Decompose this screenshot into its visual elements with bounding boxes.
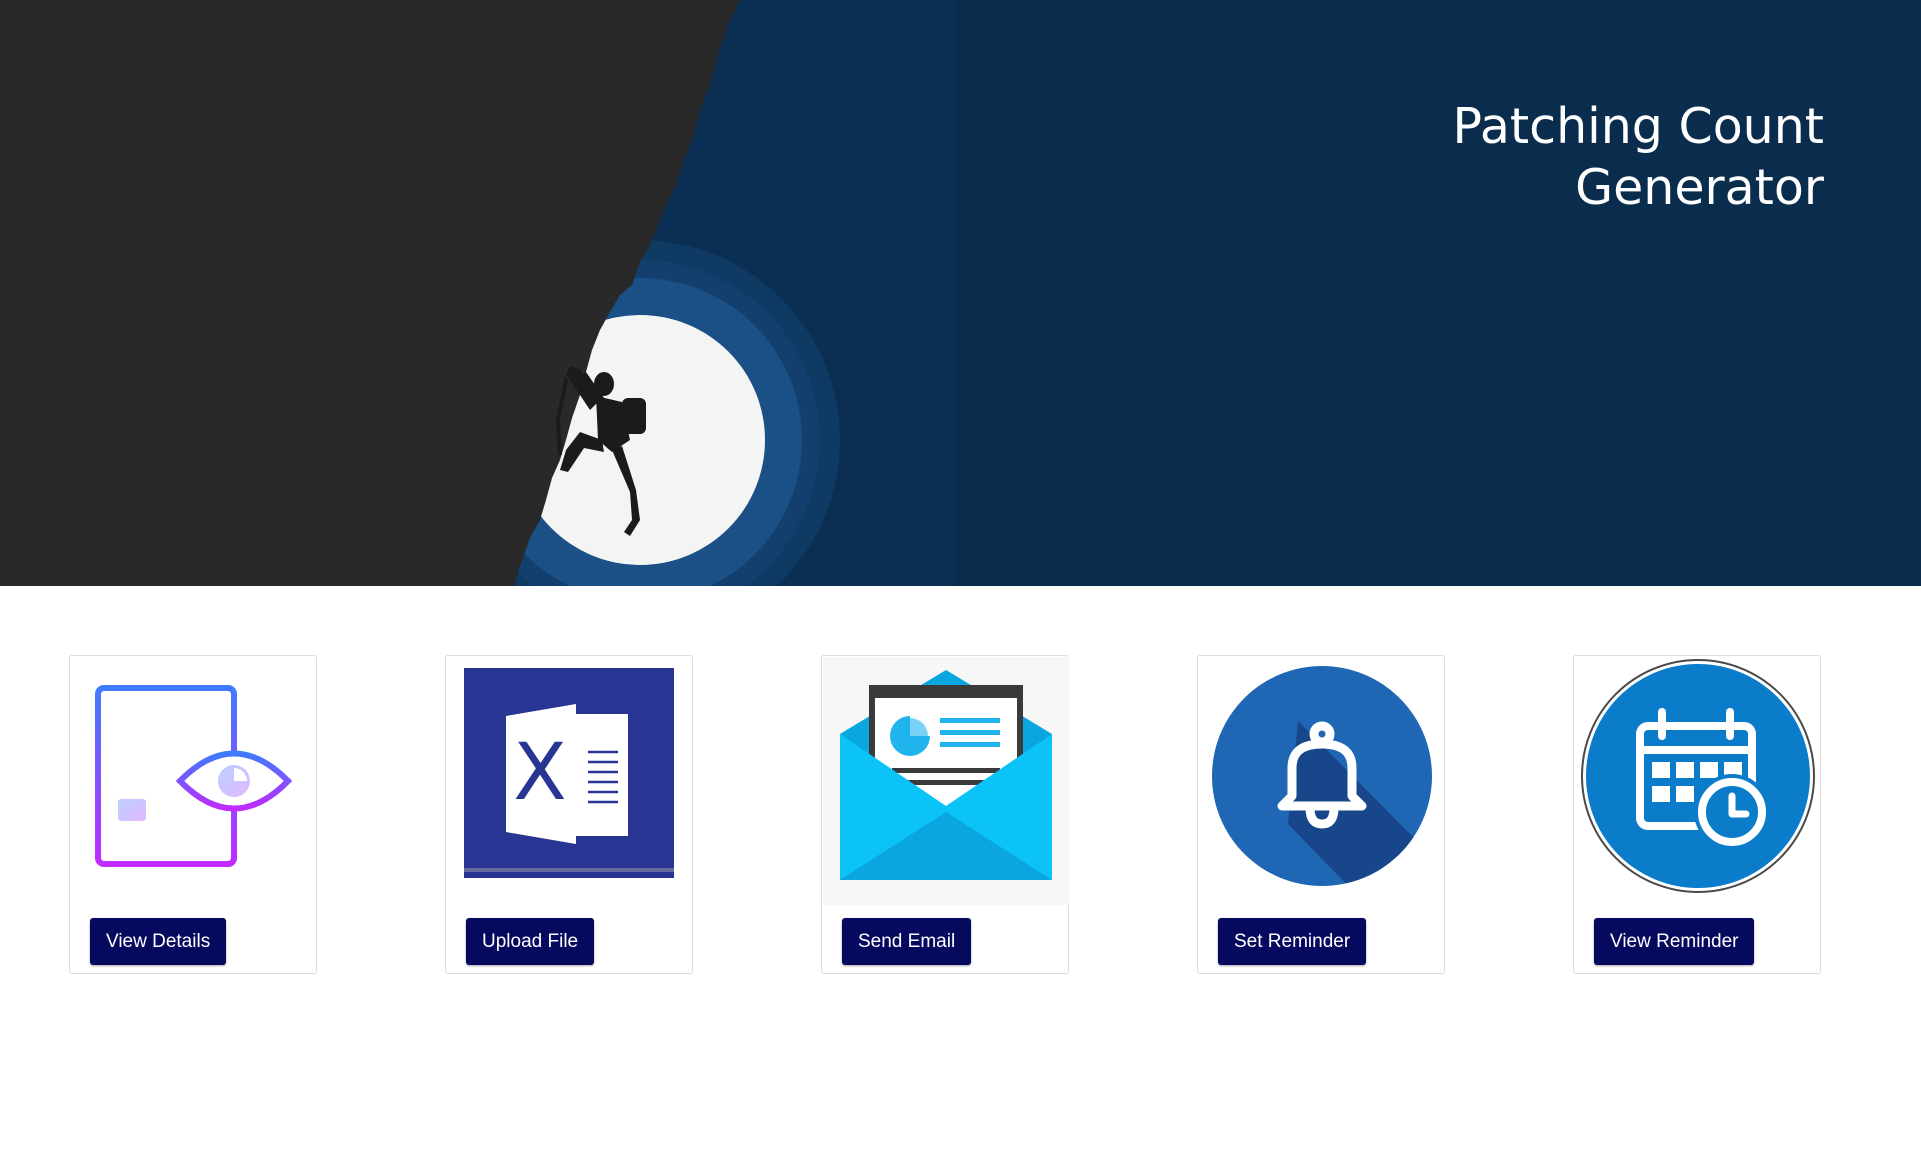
calendar-clock-icon	[1581, 659, 1815, 893]
document-eye-icon	[95, 685, 293, 867]
email-newsletter-icon	[823, 657, 1069, 905]
bell-icon	[1212, 666, 1432, 886]
excel-icon: X	[464, 668, 674, 878]
view-details-button[interactable]: View Details	[90, 918, 227, 965]
page-title-line1: Patching Count	[1452, 98, 1824, 155]
hero-banner: Patching Count Generator	[0, 0, 1921, 586]
card-send-email: Send Email	[821, 655, 1069, 974]
card-upload-file: X Upload File	[445, 655, 693, 974]
set-reminder-button[interactable]: Set Reminder	[1218, 918, 1367, 965]
page-title: Patching Count Generator	[1304, 96, 1824, 218]
view-reminder-button[interactable]: View Reminder	[1594, 918, 1755, 965]
upload-file-button[interactable]: Upload File	[466, 918, 595, 965]
send-email-button[interactable]: Send Email	[842, 918, 972, 965]
card-set-reminder: Set Reminder	[1197, 655, 1445, 974]
card-view-reminder: View Reminder	[1573, 655, 1821, 974]
hero-illustration	[0, 0, 1921, 586]
svg-text:X: X	[513, 728, 566, 818]
card-view-details: View Details	[69, 655, 317, 974]
page-title-line2: Generator	[1575, 159, 1824, 216]
